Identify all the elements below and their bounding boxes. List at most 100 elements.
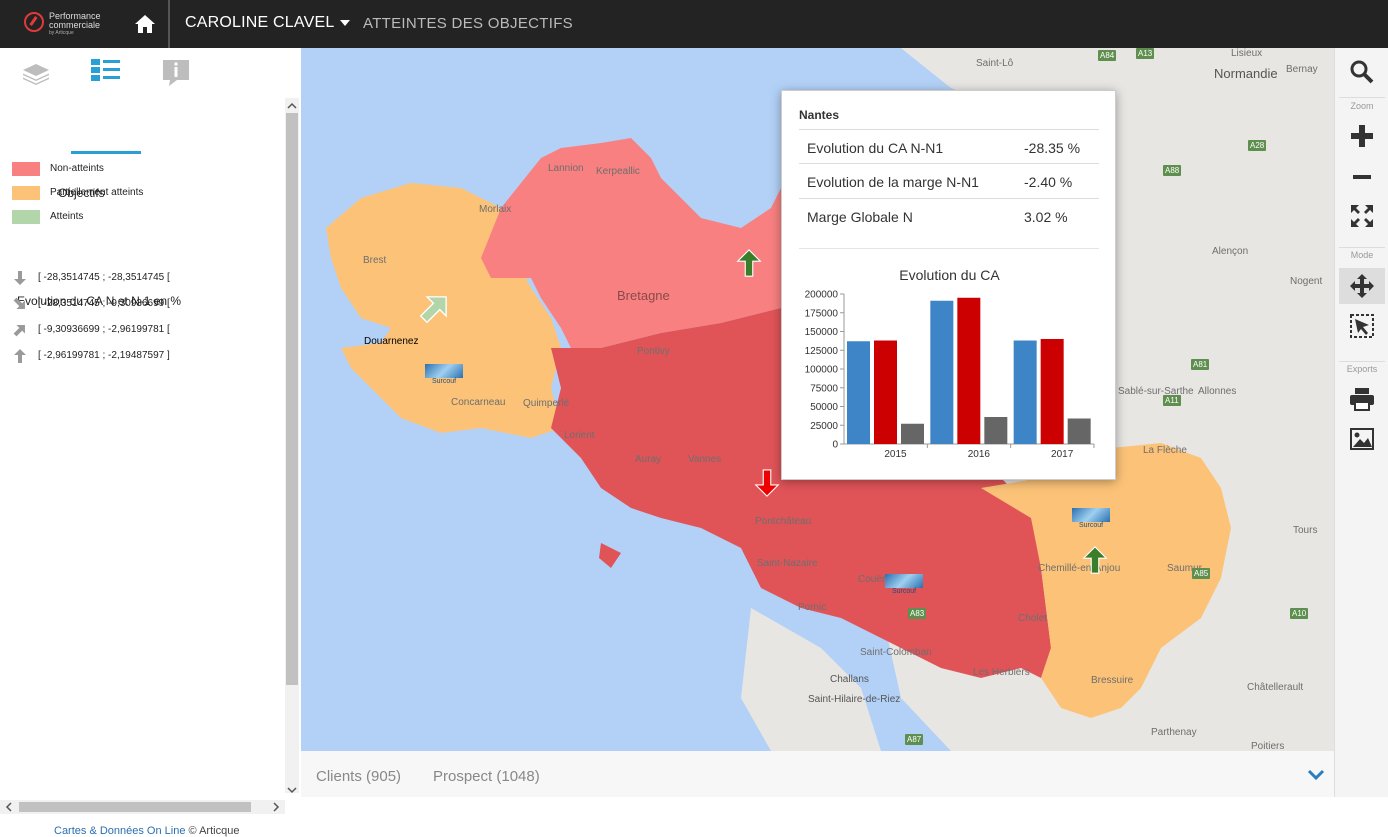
scrollbar-thumb[interactable] bbox=[286, 113, 298, 685]
arrow-down-icon[interactable] bbox=[752, 468, 782, 498]
top-bar: Performance commerciale by Articque CARO… bbox=[0, 0, 1388, 48]
map-label: Kerpeallic bbox=[596, 166, 640, 177]
arrow-down-icon bbox=[14, 271, 26, 285]
store-label: Surcouf bbox=[431, 378, 457, 385]
evolution-item: [ -9,30936699 ; -2,96199781 [ bbox=[12, 322, 170, 338]
popup-row-value: 3.02 % bbox=[1024, 209, 1068, 225]
y-tick-label: 25000 bbox=[810, 421, 838, 432]
zoom-out-icon[interactable] bbox=[1343, 159, 1381, 195]
store-marker[interactable]: Surcouf bbox=[1072, 508, 1110, 529]
sidebar-vertical-scrollbar[interactable] bbox=[285, 98, 299, 796]
tab-clients[interactable]: Clients (905) bbox=[316, 768, 401, 785]
evolution-label: [ -28,3514745 ; -28,3514745 [ bbox=[38, 272, 170, 283]
map-label: Allonnes bbox=[1198, 386, 1237, 397]
image-export-icon[interactable] bbox=[1343, 421, 1381, 457]
map-label: Tours bbox=[1293, 525, 1318, 536]
legend-label: Non-atteints bbox=[50, 163, 104, 174]
popup-row-label: Marge Globale N bbox=[807, 209, 913, 225]
chart-title: Evolution du CA bbox=[899, 267, 1000, 283]
bar bbox=[930, 300, 954, 444]
scroll-right-icon[interactable] bbox=[270, 800, 282, 814]
bar bbox=[984, 417, 1008, 444]
arrow-down-right-icon bbox=[13, 297, 25, 309]
bar bbox=[901, 423, 924, 444]
scroll-down-icon[interactable] bbox=[285, 784, 299, 796]
tab-prospect[interactable]: Prospect (1048) bbox=[433, 768, 540, 785]
store-marker[interactable]: Surcouf bbox=[885, 574, 923, 595]
print-icon[interactable] bbox=[1343, 381, 1381, 417]
map-label: Challans bbox=[830, 674, 869, 685]
evolution-item: [ -2,96199781 ; -2,19487597 ] bbox=[12, 348, 170, 364]
bottom-tabs-bar: Clients (905) Prospect (1048) bbox=[301, 751, 1334, 797]
y-tick-label: 100000 bbox=[805, 365, 839, 376]
map-label: Concarneau bbox=[451, 397, 506, 408]
search-icon[interactable] bbox=[1343, 54, 1381, 90]
credit-suffix: © Articque bbox=[185, 825, 240, 837]
y-tick-label: 125000 bbox=[805, 346, 839, 357]
map-label: Normandie bbox=[1214, 66, 1278, 81]
zoom-in-icon[interactable] bbox=[1343, 118, 1381, 154]
arrow-up-right-icon[interactable] bbox=[417, 290, 453, 326]
road-sign: A28 bbox=[1248, 140, 1267, 151]
legend-label: Atteints bbox=[50, 211, 84, 222]
map-label: Les Herbiers bbox=[973, 667, 1030, 678]
y-tick-label: 150000 bbox=[805, 327, 839, 338]
map-label: Nogent bbox=[1290, 276, 1323, 287]
map-label: Auray bbox=[635, 454, 662, 465]
home-icon[interactable] bbox=[134, 13, 156, 35]
map-label: Pontchâteau bbox=[755, 516, 812, 527]
info-icon[interactable] bbox=[161, 58, 191, 88]
logo-compass-icon bbox=[24, 12, 44, 32]
y-tick-label: 0 bbox=[832, 440, 838, 451]
app-logo[interactable]: Performance commerciale by Articque bbox=[22, 9, 132, 39]
credit-link[interactable]: Cartes & Données On Line bbox=[54, 825, 185, 837]
layers-icon[interactable] bbox=[21, 58, 51, 88]
map-label: Pornic bbox=[798, 602, 827, 613]
chevron-down-icon[interactable] bbox=[1306, 768, 1326, 782]
map-label: Alençon bbox=[1212, 246, 1249, 257]
mode-section-label: Mode bbox=[1350, 250, 1374, 260]
road-sign: A83 bbox=[908, 608, 927, 619]
store-marker[interactable]: Surcouf bbox=[425, 364, 463, 385]
map-label: Pontivy bbox=[637, 346, 670, 357]
popup-row-value: -2.40 % bbox=[1024, 174, 1073, 190]
map-label: Lannion bbox=[548, 163, 584, 174]
nav-link-objectives[interactable]: ATTEINTES DES OBJECTIFS bbox=[363, 15, 573, 32]
road-sign: A11 bbox=[1163, 395, 1181, 406]
sidebar-horizontal-scrollbar[interactable] bbox=[0, 800, 285, 814]
logo-line3: by Articque bbox=[49, 30, 74, 36]
x-tick-label: 2015 bbox=[884, 449, 907, 460]
pan-mode-icon[interactable] bbox=[1339, 268, 1385, 304]
y-tick-label: 200000 bbox=[805, 290, 839, 301]
y-tick-label: 50000 bbox=[810, 402, 838, 413]
road-sign: A13 bbox=[1136, 48, 1155, 59]
road-sign: A87 bbox=[905, 734, 924, 745]
bar bbox=[874, 340, 897, 444]
evolution-item: [ -28,3514745 ; -9,30936699 [ bbox=[12, 296, 170, 312]
arrow-up-icon[interactable] bbox=[734, 248, 764, 278]
arrow-up-icon[interactable] bbox=[1080, 545, 1110, 575]
active-tab-indicator bbox=[71, 151, 141, 154]
road-sign: A81 bbox=[1191, 359, 1210, 370]
toolbar-divider bbox=[1339, 247, 1385, 248]
scroll-up-icon[interactable] bbox=[285, 100, 299, 112]
popup-row-value: -28.35 % bbox=[1024, 140, 1081, 156]
x-tick-label: 2016 bbox=[968, 449, 991, 460]
evolution-label: [ -2,96199781 ; -2,19487597 ] bbox=[38, 350, 170, 361]
right-toolbar: Zoom Mode Exports bbox=[1334, 48, 1388, 797]
select-mode-icon[interactable] bbox=[1343, 308, 1381, 344]
popup-title: Nantes bbox=[799, 108, 840, 122]
legend-list-icon[interactable] bbox=[91, 58, 121, 88]
fit-extent-icon[interactable] bbox=[1343, 198, 1381, 234]
scroll-left-icon[interactable] bbox=[3, 800, 15, 814]
y-tick-label: 175000 bbox=[805, 308, 839, 319]
map-label: Brest bbox=[363, 255, 387, 266]
evolution-item: [ -28,3514745 ; -28,3514745 [ bbox=[12, 270, 170, 286]
logo-line2: commerciale bbox=[49, 20, 101, 30]
scrollbar-thumb[interactable] bbox=[19, 802, 251, 812]
zoom-section-label: Zoom bbox=[1350, 101, 1374, 111]
user-menu[interactable]: CAROLINE CLAVEL bbox=[185, 14, 351, 32]
popup-row-label: Evolution du CA N-N1 bbox=[807, 140, 944, 156]
sidebar: Objectifs Non-atteints Partiellement att… bbox=[0, 48, 300, 837]
legend-swatch bbox=[12, 162, 40, 176]
